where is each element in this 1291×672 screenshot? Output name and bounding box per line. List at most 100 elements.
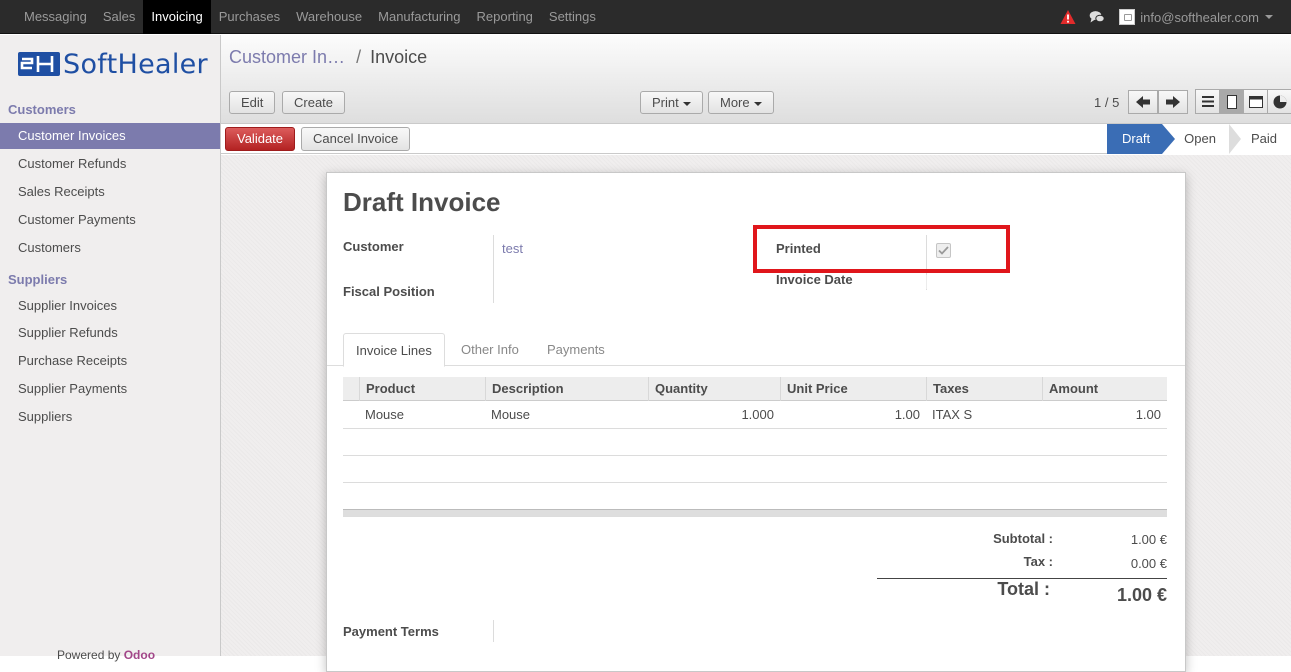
pager-next-button[interactable] (1158, 90, 1188, 114)
subtotal-label: Subtotal : (993, 531, 1053, 546)
menu-settings[interactable]: Settings (541, 0, 604, 34)
cell-unit-price: 1.00 (894, 407, 920, 422)
create-button[interactable]: Create (282, 91, 346, 114)
sidebar-item-supplier-refunds[interactable]: Supplier Refunds (0, 320, 220, 346)
table-footer (343, 509, 1167, 517)
sidebar-item-supplier-payments[interactable]: Supplier Payments (0, 376, 220, 402)
menu-warehouse[interactable]: Warehouse (288, 0, 370, 34)
form-icon (1226, 94, 1237, 109)
total-label: Total : (997, 579, 1050, 599)
company-logo[interactable]: SoftHealer (18, 48, 208, 80)
column-header-taxes[interactable]: Taxes (926, 377, 969, 401)
invoice-date-label: Invoice Date (776, 272, 853, 287)
list-view-button[interactable] (1195, 89, 1220, 114)
column-header-description[interactable]: Description (485, 377, 564, 401)
table-header: Product Description Quantity Unit Price … (343, 377, 1167, 401)
sidebar-item-suppliers[interactable]: Suppliers (0, 404, 220, 430)
status-bar: Validate Cancel Invoice Draft Open Paid (221, 124, 1291, 154)
menu-reporting[interactable]: Reporting (469, 0, 541, 34)
sidebar-section-customers: Customers (8, 102, 76, 117)
form-view-button[interactable] (1219, 89, 1244, 114)
more-label: More (720, 95, 750, 110)
page-title: Draft Invoice (343, 187, 501, 217)
row-divider (343, 455, 1167, 456)
breadcrumb-parent-link[interactable]: Customer In… (229, 47, 345, 67)
print-button[interactable]: Print (640, 91, 703, 114)
tax-label: Tax : (1023, 554, 1053, 569)
sidebar-item-supplier-invoices[interactable]: Supplier Invoices (0, 293, 220, 319)
cell-quantity: 1.000 (741, 407, 774, 422)
caret-down-icon (682, 101, 691, 106)
calendar-icon (1248, 96, 1263, 108)
tab-other-info[interactable]: Other Info (449, 333, 531, 366)
menu-purchases[interactable]: Purchases (211, 0, 288, 34)
column-header-quantity[interactable]: Quantity (648, 377, 708, 401)
softhealer-logo-icon (18, 52, 60, 76)
edit-button[interactable]: Edit (229, 91, 276, 114)
row-divider (343, 428, 1167, 429)
logo-text: SoftHealer (63, 48, 208, 80)
arrow-left-icon (1136, 96, 1150, 108)
column-header-product[interactable]: Product (359, 377, 415, 401)
arrow-right-icon (1166, 96, 1180, 108)
breadcrumb-separator: / (356, 47, 362, 67)
invoice-sheet: Draft Invoice Customer Fiscal Position t… (326, 172, 1186, 672)
notebook-tabs: Invoice Lines Other Info Payments (327, 333, 1185, 367)
sidebar-item-purchase-receipts[interactable]: Purchase Receipts (0, 348, 220, 374)
tab-invoice-lines[interactable]: Invoice Lines (343, 333, 445, 367)
tab-payments[interactable]: Payments (535, 333, 617, 366)
powered-by: Powered by Odoo (57, 648, 155, 662)
customer-field-link[interactable]: test (502, 241, 523, 256)
cell-product: Mouse (365, 407, 405, 422)
row-divider (343, 482, 1167, 483)
cancel-invoice-button[interactable]: Cancel Invoice (301, 127, 411, 151)
more-button[interactable]: More (708, 91, 774, 114)
sidebar-item-customer-invoices[interactable]: Customer Invoices (0, 123, 220, 149)
menu-sales[interactable]: Sales (95, 0, 144, 34)
top-navbar: Messaging Sales Invoicing Purchases Ware… (0, 0, 1291, 34)
subtotal-value: 1.00 € (1130, 532, 1167, 547)
highlight-annotation (753, 225, 1010, 273)
graph-view-button[interactable] (1267, 89, 1291, 114)
cell-amount: 1.00 (1135, 407, 1161, 422)
payment-terms-label: Payment Terms (343, 624, 439, 639)
pie-chart-icon (1273, 95, 1286, 108)
pager-previous-button[interactable] (1128, 90, 1158, 114)
cell-taxes: ITAX S (932, 407, 973, 422)
field-divider (493, 235, 494, 303)
sidebar-section-suppliers: Suppliers (8, 272, 68, 287)
calendar-view-button[interactable] (1243, 89, 1268, 114)
field-divider (493, 620, 494, 642)
sidebar-item-customer-payments[interactable]: Customer Payments (0, 207, 220, 233)
sidebar: SoftHealer Customers Customer Invoices C… (0, 35, 221, 662)
user-email[interactable]: info@softhealer.com (1140, 10, 1259, 25)
validate-button[interactable]: Validate (225, 127, 296, 151)
chat-icon[interactable] (1089, 10, 1105, 24)
warning-icon[interactable] (1060, 9, 1076, 25)
column-header-unit-price[interactable]: Unit Price (780, 377, 848, 401)
column-header-amount[interactable]: Amount (1042, 377, 1098, 401)
menu-invoicing[interactable]: Invoicing (143, 0, 211, 34)
avatar[interactable] (1119, 9, 1136, 25)
sidebar-item-customers[interactable]: Customers (0, 235, 220, 261)
control-panel: Customer In… / Invoice Edit Create Print… (221, 35, 1291, 124)
form-view-area: Draft Invoice Customer Fiscal Position t… (221, 155, 1291, 672)
top-menu: Messaging Sales Invoicing Purchases Ware… (16, 0, 604, 34)
fiscal-position-label: Fiscal Position (343, 284, 435, 299)
total-value: 1.00 € (1116, 585, 1167, 605)
chevron-down-icon[interactable] (1265, 15, 1273, 19)
breadcrumb-current: Invoice (370, 47, 428, 67)
stage-draft[interactable]: Draft (1106, 124, 1176, 154)
caret-down-icon (753, 101, 762, 106)
powered-by-text: Powered by (57, 648, 121, 662)
menu-manufacturing[interactable]: Manufacturing (370, 0, 468, 34)
cell-description: Mouse (491, 407, 531, 422)
sidebar-item-customer-refunds[interactable]: Customer Refunds (0, 151, 220, 177)
list-icon (1201, 96, 1214, 107)
field-divider (926, 275, 927, 289)
odoo-link[interactable]: Odoo (124, 648, 155, 662)
print-label: Print (652, 95, 679, 110)
sidebar-item-sales-receipts[interactable]: Sales Receipts (0, 179, 220, 205)
menu-messaging[interactable]: Messaging (16, 0, 95, 34)
pager-value: 1 / 5 (1094, 95, 1120, 110)
